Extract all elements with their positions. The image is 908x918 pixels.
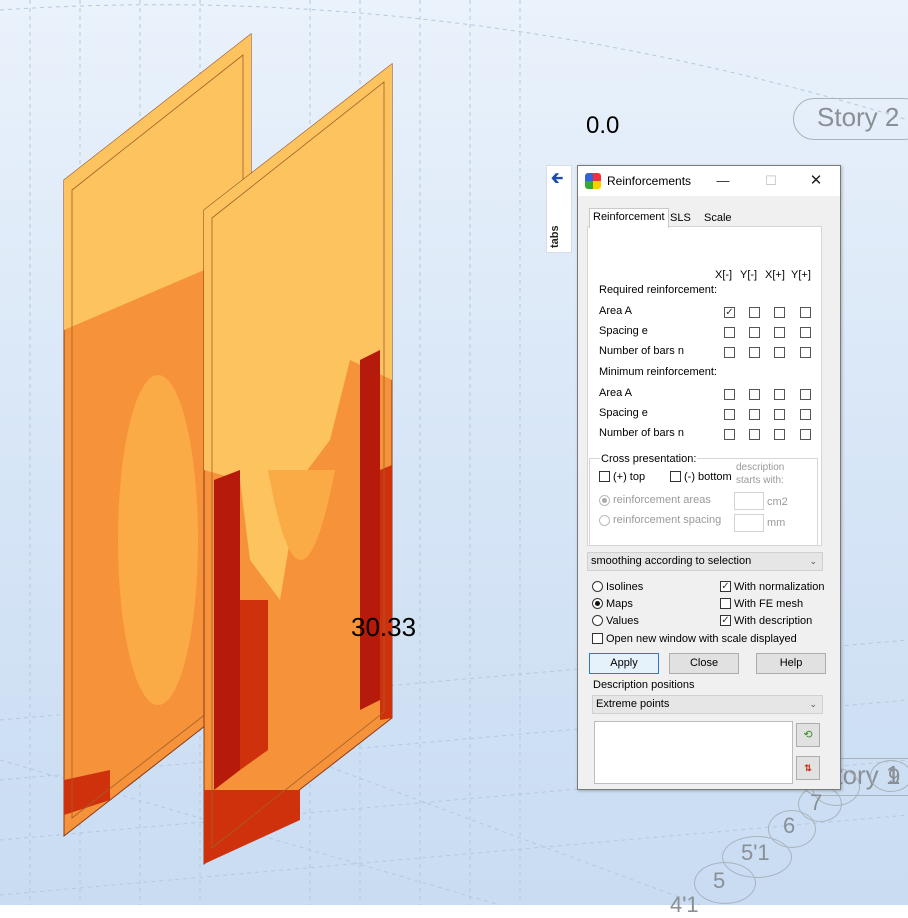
isolines-label: Isolines xyxy=(606,581,644,593)
apply-button[interactable]: Apply xyxy=(589,653,659,674)
minimize-button[interactable]: — xyxy=(710,170,736,192)
required-bars-label: Number of bars n xyxy=(599,345,684,357)
axis-label: 5 xyxy=(713,868,726,893)
smoothing-select[interactable]: smoothing according to selection ⌄ xyxy=(587,552,823,571)
required-area-label: Area A xyxy=(599,305,633,317)
minimum-row2-x-minus-checkbox[interactable] xyxy=(724,429,735,440)
maximize-button[interactable]: ☐ xyxy=(758,170,784,192)
dialog-titlebar[interactable]: Reinforcements — ☐ ✕ xyxy=(578,166,840,196)
required-row0-y-plus-checkbox[interactable] xyxy=(800,307,811,318)
minimum-row0-y-minus-checkbox[interactable] xyxy=(749,389,760,400)
description-positions-select[interactable]: Extreme points ⌄ xyxy=(592,695,823,714)
tabs-panel-toggle[interactable]: 🡰 tabs xyxy=(546,165,572,253)
minimum-area-label: Area A xyxy=(599,387,633,399)
unit-cm2: cm2 xyxy=(767,496,788,508)
maps-label: Maps xyxy=(606,598,633,610)
tab-sls[interactable]: SLS xyxy=(667,210,694,227)
minimum-row2-y-minus-checkbox[interactable] xyxy=(749,429,760,440)
areas-value-input[interactable] xyxy=(734,492,764,510)
required-spacing-label: Spacing e xyxy=(599,325,648,337)
required-row1-x-plus-checkbox[interactable] xyxy=(774,327,785,338)
minimum-spacing-label: Spacing e xyxy=(599,407,648,419)
description-starts-line2: starts with: xyxy=(736,475,784,486)
values-label: Values xyxy=(606,615,639,627)
axis-label: 5'1 xyxy=(741,840,770,865)
reinforcement-spacing-label: reinforcement spacing xyxy=(613,514,722,526)
with-normalization-label: With normalization xyxy=(734,581,825,593)
col-header-x-minus: X[-] xyxy=(715,269,733,281)
top-checkbox[interactable] xyxy=(599,471,610,482)
maps-radio[interactable] xyxy=(592,598,603,609)
refresh-icon[interactable]: ⟲ xyxy=(796,723,820,747)
minimum-bars-label: Number of bars n xyxy=(599,427,684,439)
minimum-row1-y-plus-checkbox[interactable] xyxy=(800,409,811,420)
reinforcement-areas-radio[interactable] xyxy=(599,495,610,506)
tab-scale[interactable]: Scale xyxy=(701,210,735,227)
required-row2-y-plus-checkbox[interactable] xyxy=(800,347,811,358)
isolines-radio[interactable] xyxy=(592,581,603,592)
with-fe-mesh-checkbox[interactable] xyxy=(720,598,731,609)
top-label: (+) top xyxy=(613,471,646,483)
with-fe-mesh-label: With FE mesh xyxy=(734,598,804,610)
open-new-window-checkbox[interactable] xyxy=(592,633,603,644)
description-positions-value: Extreme points xyxy=(596,698,670,710)
chevron-down-icon: ⌄ xyxy=(809,556,817,566)
with-description-label: With description xyxy=(734,615,813,627)
required-row0-y-minus-checkbox[interactable] xyxy=(749,307,760,318)
help-button[interactable]: Help xyxy=(756,653,826,674)
required-row1-x-minus-checkbox[interactable] xyxy=(724,327,735,338)
close-button[interactable]: Close xyxy=(669,653,739,674)
cross-presentation-title: Cross presentation: xyxy=(600,453,698,465)
values-radio[interactable] xyxy=(592,615,603,626)
smoothing-value: smoothing according to selection xyxy=(591,555,752,567)
close-window-button[interactable]: ✕ xyxy=(803,170,829,192)
required-row2-x-plus-checkbox[interactable] xyxy=(774,347,785,358)
col-header-y-minus: Y[-] xyxy=(740,269,758,281)
bottom-checkbox[interactable] xyxy=(670,471,681,482)
minimum-row2-x-plus-checkbox[interactable] xyxy=(774,429,785,440)
bottom-label: (-) bottom xyxy=(684,471,732,483)
reinforcement-spacing-radio[interactable] xyxy=(599,515,610,526)
required-row0-x-minus-checkbox[interactable]: ✓ xyxy=(724,307,735,318)
tabs-label: tabs xyxy=(549,225,561,248)
description-starts-line1: description xyxy=(736,462,785,473)
axis-label: 6 xyxy=(783,813,796,838)
required-row0-x-plus-checkbox[interactable] xyxy=(774,307,785,318)
minimum-row1-x-plus-checkbox[interactable] xyxy=(774,409,785,420)
col-header-x-plus: X[+] xyxy=(765,269,785,281)
with-normalization-checkbox[interactable]: ✓ xyxy=(720,581,731,592)
axis-label: 7 xyxy=(810,790,823,815)
axis-label: 9 xyxy=(888,764,901,789)
minimum-row0-x-minus-checkbox[interactable] xyxy=(724,389,735,400)
required-row2-x-minus-checkbox[interactable] xyxy=(724,347,735,358)
reinforcement-areas-label: reinforcement areas xyxy=(613,494,711,506)
reinforcements-dialog: Reinforcements — ☐ ✕ Reinforcement SLS S… xyxy=(577,165,841,790)
col-header-y-plus: Y[+] xyxy=(791,269,811,281)
required-row1-y-minus-checkbox[interactable] xyxy=(749,327,760,338)
value-label-min: 0.0 xyxy=(586,112,620,139)
description-positions-title: Description positions xyxy=(593,679,695,691)
app-icon xyxy=(585,173,601,189)
sort-icon[interactable]: ⇅ xyxy=(796,756,820,780)
spacing-value-input[interactable] xyxy=(734,514,764,532)
minimum-row1-y-minus-checkbox[interactable] xyxy=(749,409,760,420)
required-row1-y-plus-checkbox[interactable] xyxy=(800,327,811,338)
minimum-row1-x-minus-checkbox[interactable] xyxy=(724,409,735,420)
minimum-reinforcement-title: Minimum reinforcement: xyxy=(599,366,717,378)
required-reinforcement-title: Required reinforcement: xyxy=(599,284,718,296)
story-2-label: Story 2 xyxy=(817,102,900,132)
tab-reinforcement[interactable]: Reinforcement xyxy=(589,208,669,228)
unit-mm: mm xyxy=(767,517,786,529)
dialog-title: Reinforcements xyxy=(607,174,692,188)
minimum-row2-y-plus-checkbox[interactable] xyxy=(800,429,811,440)
with-description-checkbox[interactable]: ✓ xyxy=(720,615,731,626)
axis-label: 4'1 xyxy=(670,892,699,917)
minimum-row0-x-plus-checkbox[interactable] xyxy=(774,389,785,400)
value-label-max: 30.33 xyxy=(351,612,417,642)
open-new-window-label: Open new window with scale displayed xyxy=(606,633,797,645)
description-list[interactable] xyxy=(594,721,793,784)
minimum-row0-y-plus-checkbox[interactable] xyxy=(800,389,811,400)
chevron-down-icon: ⌄ xyxy=(809,699,817,709)
required-row2-y-minus-checkbox[interactable] xyxy=(749,347,760,358)
